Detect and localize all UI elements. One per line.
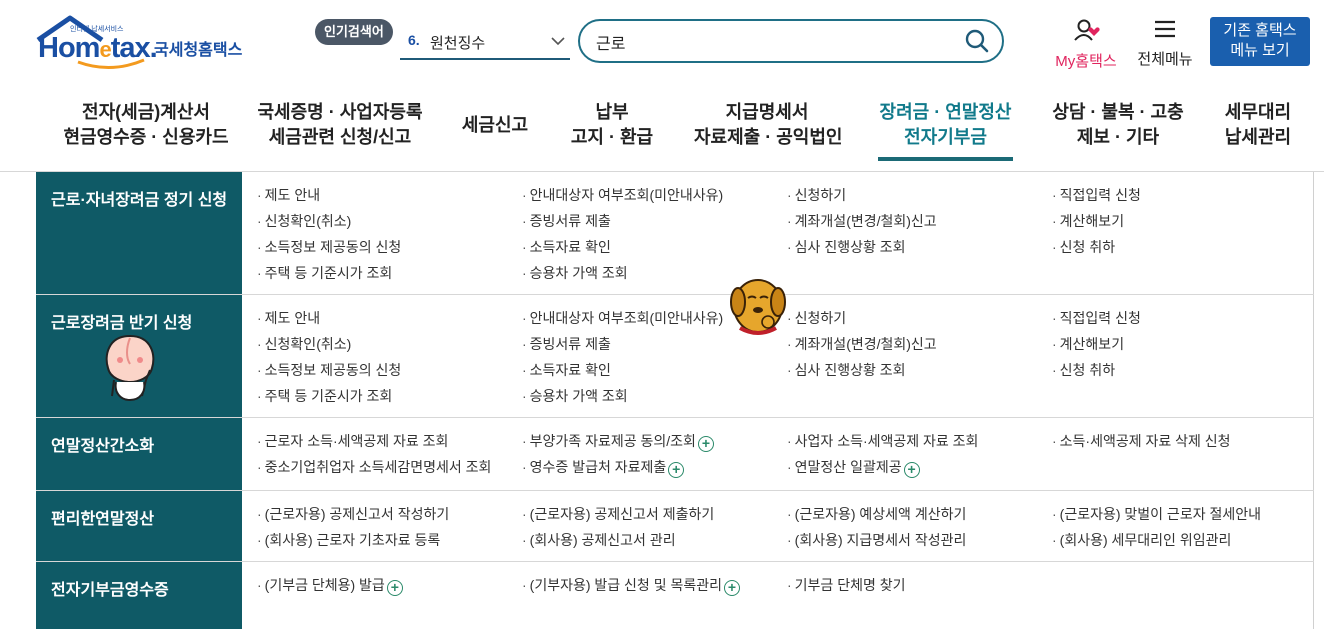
section-regular-incentive: 근로·자녀장려금 정기 신청 제도 안내 신청확인(취소) 소득정보 제공동의 …	[36, 172, 1314, 295]
menu-link[interactable]: 신청확인(취소)	[257, 331, 401, 357]
menu-link[interactable]: 증빙서류 제출	[522, 208, 723, 234]
plus-circle-icon[interactable]: +	[697, 436, 714, 452]
hometax-logo[interactable]: 인터넷 납세서비스 Hometax. 국세청홈택스	[36, 14, 256, 70]
chevron-down-icon[interactable]	[550, 34, 566, 48]
menu-link[interactable]: 심사 진행상황 조회	[787, 234, 937, 260]
all-menu-button[interactable]: 전체메뉴	[1132, 18, 1198, 68]
section-yearend-simple: 연말정산간소화 근로자 소득·세액공제 자료 조회 중소기업취업자 소득세감면명…	[36, 418, 1314, 491]
plus-circle-icon[interactable]: +	[386, 580, 403, 596]
logo-swoosh-icon	[77, 58, 145, 70]
menu-link[interactable]: 영수증 발급처 자료제출+	[522, 454, 714, 480]
menu-link[interactable]: 주택 등 기준시가 조회	[257, 383, 401, 409]
my-hometax-label: My홈택스	[1055, 53, 1117, 70]
menu-link[interactable]: (회사용) 지급명세서 작성관리	[787, 527, 967, 553]
site-header: 인터넷 납세서비스 Hometax. 국세청홈택스 인기검색어 6. 원천징수 …	[0, 0, 1324, 82]
menu-link[interactable]: 소득정보 제공동의 신청	[257, 357, 402, 383]
gnb-certificates[interactable]: 국세증명 · 사업자등록 세금관련 신청/신고	[256, 100, 424, 158]
menu-link[interactable]: 안내대상자 여부조회(미안내사유)	[522, 305, 724, 331]
menu-link[interactable]: (기부자용) 발급 신청 및 목록관리+	[522, 572, 740, 598]
legacy-line1: 기존 홈택스	[1223, 22, 1297, 39]
menu-link[interactable]: 중소기업취업자 소득세감면명세서 조회	[257, 454, 492, 480]
menu-link[interactable]: 안내대상자 여부조회(미안내사유)	[522, 182, 724, 208]
menu-link[interactable]: 사업자 소득·세액공제 자료 조회	[787, 428, 979, 454]
menu-link[interactable]: 근로자 소득·세액공제 자료 조회	[257, 428, 491, 454]
menu-link[interactable]: (근로자용) 공제신고서 작성하기	[257, 501, 450, 527]
menu-link[interactable]: 소득자료 확인	[522, 357, 723, 383]
logo-name: 국세청홈택스	[154, 42, 243, 59]
gnb-incentive-yearend[interactable]: 장려금 · 연말정산 전자기부금	[878, 100, 1013, 158]
my-hometax-button[interactable]: My홈택스	[1048, 18, 1124, 70]
gnb-tax-report[interactable]: 세금신고	[460, 113, 530, 171]
section-links: (기부금 단체용) 발급+ (기부자용) 발급 신청 및 목록관리+ 기부금 단…	[242, 562, 1314, 629]
popular-search-select[interactable]: 6. 원천징수	[400, 26, 570, 60]
menu-link[interactable]: 계좌개설(변경/철회)신고	[787, 208, 937, 234]
gnb-payment-statement[interactable]: 지급명세서 자료제출 · 공익법인	[694, 100, 842, 158]
menu-link[interactable]: 부양가족 자료제공 동의/조회+	[522, 428, 714, 454]
menu-link[interactable]: 계산해보기	[1052, 208, 1141, 234]
menu-link[interactable]: 계산해보기	[1052, 331, 1141, 357]
hamburger-icon	[1155, 20, 1175, 38]
gnb-tax-agent[interactable]: 세무대리 납세관리	[1222, 100, 1294, 158]
search-input[interactable]	[596, 30, 946, 54]
all-menu-label: 전체메뉴	[1137, 51, 1193, 68]
popular-search-badge: 인기검색어	[315, 19, 393, 45]
plus-circle-icon[interactable]: +	[724, 580, 740, 596]
search-box	[578, 19, 1004, 63]
menu-link[interactable]: 주택 등 기준시가 조회	[257, 260, 401, 286]
section-half-incentive: 근로장려금 반기 신청 제도 안내 신청확인(취소) 소득정보 제공동의 신청 …	[36, 295, 1314, 418]
main-navigation: 전자(세금)계산서 현금영수증 · 신용카드 국세증명 · 사업자등록 세금관련 신…	[0, 96, 1324, 172]
menu-link[interactable]: (회사용) 공제신고서 관리	[522, 527, 714, 553]
menu-link[interactable]: 소득·세액공제 자료 삭제 신청	[1052, 428, 1231, 454]
menu-link[interactable]: 소득자료 확인	[522, 234, 723, 260]
peach-character-icon	[105, 334, 155, 402]
menu-link[interactable]: (회사용) 세무대리인 위임관리	[1052, 527, 1261, 553]
menu-link[interactable]: (근로자용) 예상세액 계산하기	[787, 501, 967, 527]
plus-circle-icon[interactable]: +	[668, 462, 685, 478]
popular-rank: 6.	[408, 32, 420, 48]
menu-link[interactable]: 기부금 단체명 찾기	[787, 572, 906, 598]
dog-character-icon	[730, 279, 786, 335]
menu-link[interactable]: 승용차 가액 조회	[522, 260, 723, 286]
menu-link[interactable]: (회사용) 근로자 기초자료 등록	[257, 527, 449, 553]
menu-link[interactable]: 제도 안내	[257, 305, 401, 331]
plus-circle-icon[interactable]: +	[903, 462, 920, 478]
menu-link[interactable]: 승용차 가액 조회	[522, 383, 723, 409]
section-title: 전자기부금영수증	[36, 562, 242, 629]
section-title: 편리한연말정산	[36, 491, 242, 561]
legacy-line2: 메뉴 보기	[1230, 42, 1290, 59]
menu-link[interactable]: 소득정보 제공동의 신청	[257, 234, 402, 260]
menu-link[interactable]: 신청하기	[787, 182, 937, 208]
menu-link[interactable]: (근로자용) 공제신고서 제출하기	[522, 501, 715, 527]
section-convenient-yearend: 편리한연말정산 (근로자용) 공제신고서 작성하기 (회사용) 근로자 기초자료…	[36, 491, 1314, 562]
popular-term[interactable]: 원천징수	[430, 32, 485, 53]
user-heart-icon	[1074, 19, 1100, 41]
menu-link[interactable]: (기부금 단체용) 발급+	[257, 572, 403, 598]
gnb-payment[interactable]: 납부 고지 · 환급	[568, 100, 656, 158]
section-title: 연말정산간소화	[36, 418, 242, 490]
gnb-consult-appeal[interactable]: 상담 · 불복 · 고충 제보 · 기타	[1050, 100, 1186, 158]
menu-link[interactable]: 계좌개설(변경/철회)신고	[787, 331, 937, 357]
menu-link[interactable]: 신청 취하	[1052, 234, 1141, 260]
menu-link[interactable]: 직접입력 신청	[1052, 305, 1141, 331]
menu-link[interactable]: 증빙서류 제출	[522, 331, 723, 357]
menu-link[interactable]: 직접입력 신청	[1052, 182, 1141, 208]
section-links: 근로자 소득·세액공제 자료 조회 중소기업취업자 소득세감면명세서 조회 부양…	[242, 418, 1314, 490]
section-links: (근로자용) 공제신고서 작성하기 (회사용) 근로자 기초자료 등록 (근로자…	[242, 491, 1314, 561]
menu-link[interactable]: 제도 안내	[257, 182, 401, 208]
mega-menu: 근로·자녀장려금 정기 신청 제도 안내 신청확인(취소) 소득정보 제공동의 …	[36, 172, 1314, 629]
menu-link[interactable]: (근로자용) 맞벌이 근로자 절세안내	[1052, 501, 1261, 527]
section-donation-receipt: 전자기부금영수증 (기부금 단체용) 발급+ (기부자용) 발급 신청 및 목록…	[36, 562, 1314, 629]
section-title: 근로·자녀장려금 정기 신청	[36, 172, 242, 294]
menu-link[interactable]: 신청 취하	[1052, 357, 1141, 383]
legacy-menu-button[interactable]: 기존 홈택스 메뉴 보기	[1210, 17, 1310, 66]
gnb-active-indicator	[878, 157, 1013, 161]
menu-link[interactable]: 연말정산 일괄제공+	[787, 454, 978, 480]
menu-link[interactable]: 신청확인(취소)	[257, 208, 401, 234]
gnb-etax-invoice[interactable]: 전자(세금)계산서 현금영수증 · 신용카드	[58, 100, 234, 158]
menu-link[interactable]: 심사 진행상황 조회	[787, 357, 937, 383]
search-icon[interactable]	[964, 28, 990, 54]
menu-link[interactable]: 신청하기	[787, 305, 937, 331]
